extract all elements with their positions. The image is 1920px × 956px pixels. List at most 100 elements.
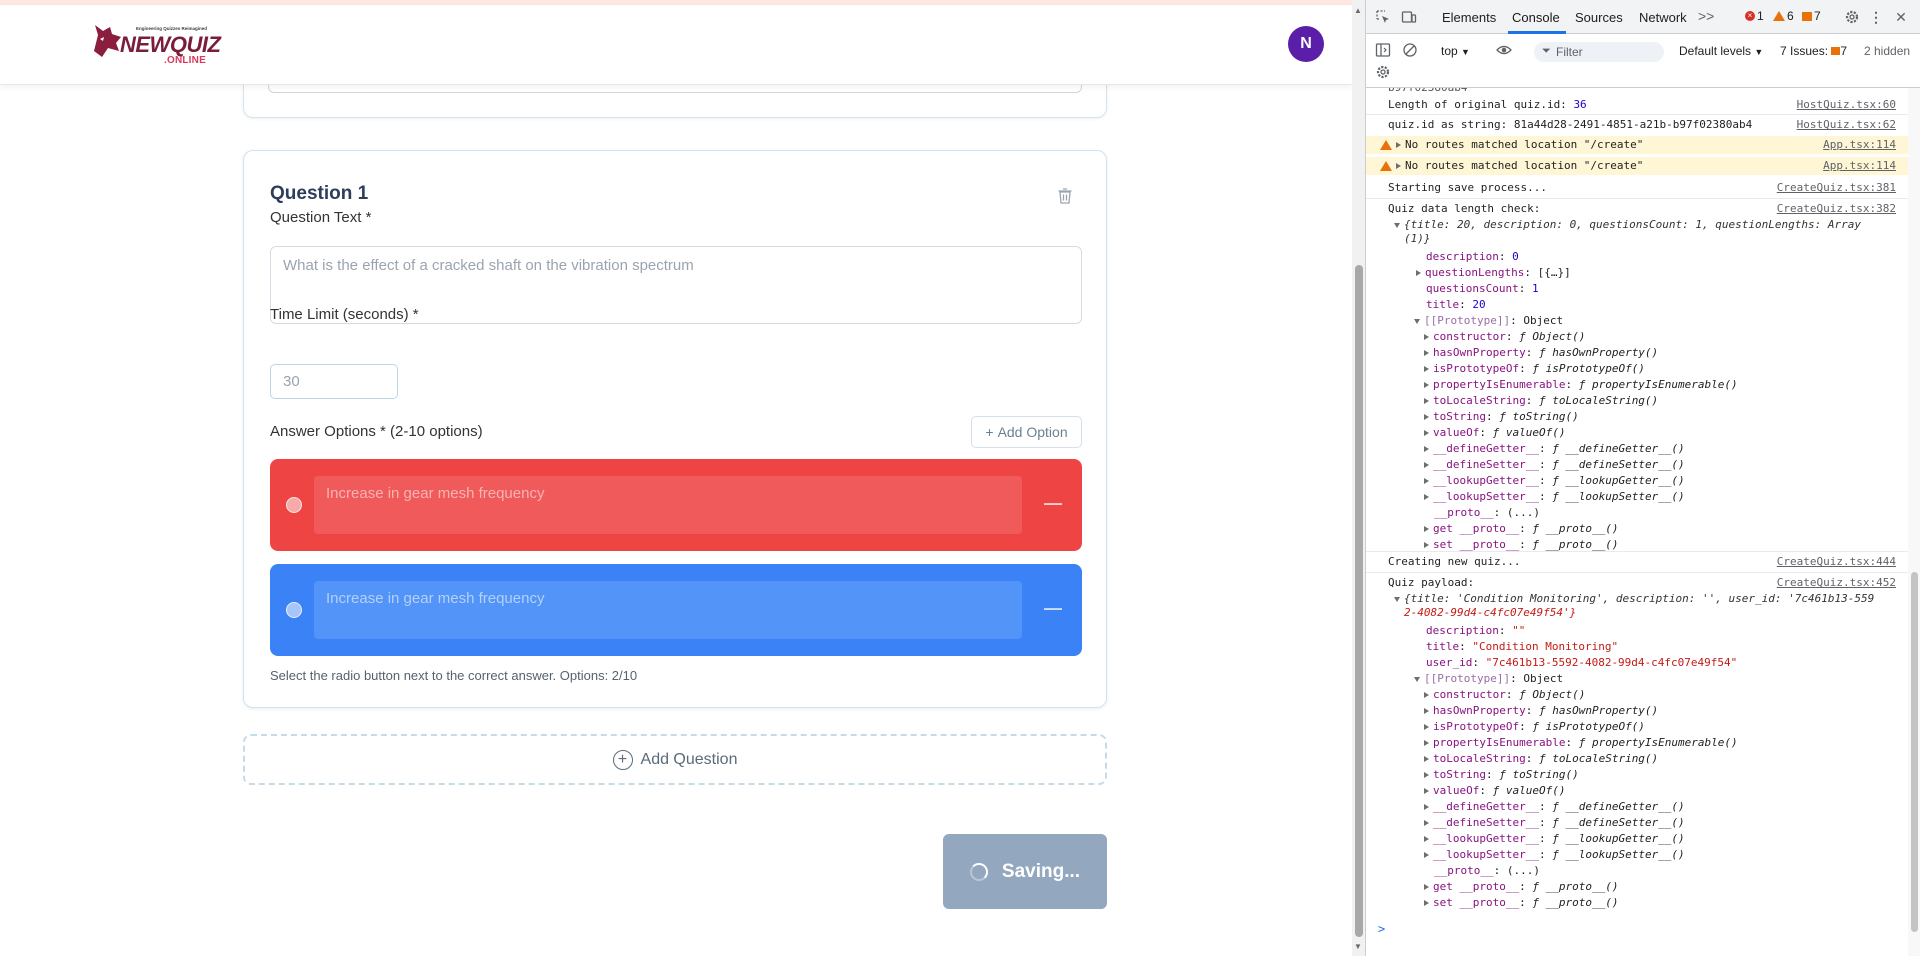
issues-count-badge[interactable]: 7 (1802, 9, 1821, 23)
console-scrollbar[interactable] (1908, 88, 1920, 956)
prototype-toggle[interactable]: [[Prototype]]: Object (1366, 313, 1908, 329)
object-property: title: "Condition Monitoring" (1426, 640, 1619, 653)
prototype-member: __proto__: (...) (1434, 506, 1540, 519)
time-limit-input[interactable]: 30 (270, 364, 398, 399)
prototype-member[interactable]: toString: ƒ toString() (1366, 409, 1908, 425)
answer-option-input[interactable]: Increase in gear mesh frequency (314, 581, 1022, 639)
error-count-badge[interactable]: × 1 (1745, 9, 1764, 23)
source-link[interactable]: CreateQuiz.tsx:382 (1777, 201, 1896, 217)
console-line: b97f02380ab4 (1366, 88, 1908, 96)
source-link[interactable]: CreateQuiz.tsx:444 (1777, 554, 1896, 570)
console-scrollbar-thumb[interactable] (1911, 572, 1918, 932)
wolf-logo-icon (94, 25, 121, 57)
console-line: Length of original quiz.id: 36 HostQuiz.… (1366, 97, 1908, 113)
prototype-member[interactable]: toLocaleString: ƒ toLocaleString() (1366, 751, 1908, 767)
clear-console-icon[interactable] (1402, 42, 1418, 58)
prototype-member[interactable]: get __proto__: ƒ __proto__() (1366, 521, 1908, 537)
prototype-member[interactable]: toLocaleString: ƒ toLocaleString() (1366, 393, 1908, 409)
console-text[interactable]: No routes matched location "/create" (1396, 136, 1643, 154)
time-limit-label: Time Limit (seconds) * (270, 306, 419, 323)
prototype-member[interactable]: __defineSetter__: ƒ __defineSetter__() (1366, 815, 1908, 831)
kebab-menu-icon[interactable]: ⋮ (1868, 9, 1884, 25)
newquiz-logo[interactable]: Engineering Quizzes Reimagined NEWQUIZ .… (90, 21, 221, 66)
warning-icon (1773, 11, 1785, 21)
prototype-member[interactable]: constructor: ƒ Object() (1366, 329, 1908, 345)
inspect-element-icon[interactable] (1375, 9, 1391, 25)
avatar[interactable]: N (1288, 26, 1324, 62)
add-option-label: Add Option (997, 424, 1068, 440)
plus-icon: + (985, 424, 994, 440)
prototype-member[interactable]: __lookupGetter__: ƒ __lookupGetter__() (1366, 831, 1908, 847)
prototype-toggle[interactable]: [[Prototype]]: Object (1366, 671, 1908, 687)
gear-icon[interactable] (1844, 9, 1860, 25)
prototype-member[interactable]: __lookupSetter__: ƒ __lookupSetter__() (1366, 489, 1908, 505)
scroll-up-icon[interactable]: ▲ (1354, 6, 1362, 15)
issues-link[interactable]: 7 Issues: 7 (1780, 44, 1847, 58)
prototype-member[interactable]: isPrototypeOf: ƒ isPrototypeOf() (1366, 361, 1908, 377)
source-link[interactable]: CreateQuiz.tsx:381 (1777, 180, 1896, 196)
console-filter-input[interactable]: ⏷ Filter (1534, 42, 1664, 62)
context-selector[interactable]: top ▼ (1441, 44, 1470, 58)
sidebar-toggle-icon[interactable] (1375, 42, 1391, 58)
prototype-member[interactable]: toString: ƒ toString() (1366, 767, 1908, 783)
prototype-member[interactable]: constructor: ƒ Object() (1366, 687, 1908, 703)
issues-label: 7 Issues: (1780, 44, 1829, 58)
prototype-member[interactable]: valueOf: ƒ valueOf() (1366, 425, 1908, 441)
remove-option-icon[interactable]: — (1044, 598, 1062, 619)
chevron-down-icon: ▼ (1461, 47, 1470, 57)
warning-icon (1380, 161, 1392, 171)
object-property: questionsCount: 1 (1426, 282, 1539, 295)
scroll-down-icon[interactable]: ▼ (1354, 942, 1362, 951)
prototype-member[interactable]: propertyIsEnumerable: ƒ propertyIsEnumer… (1366, 377, 1908, 393)
page-scrollbar-thumb[interactable] (1355, 265, 1363, 937)
prototype-member[interactable]: __defineGetter__: ƒ __defineGetter__() (1366, 441, 1908, 457)
prototype-member[interactable]: hasOwnProperty: ƒ hasOwnProperty() (1366, 703, 1908, 719)
source-link[interactable]: App.tsx:114 (1823, 136, 1896, 154)
remove-option-icon[interactable]: — (1044, 493, 1062, 514)
prototype-member[interactable]: valueOf: ƒ valueOf() (1366, 783, 1908, 799)
tab-elements[interactable]: Elements (1442, 10, 1496, 25)
warning-count-badge[interactable]: 6 (1773, 9, 1794, 23)
source-link[interactable]: HostQuiz.tsx:62 (1797, 117, 1896, 133)
close-icon[interactable]: ✕ (1893, 9, 1909, 25)
console-text[interactable]: No routes matched location "/create" (1396, 157, 1643, 175)
more-tabs-icon[interactable]: >> (1698, 8, 1714, 24)
console-settings-icon[interactable] (1375, 64, 1391, 80)
prototype-member[interactable]: __lookupGetter__: ƒ __lookupGetter__() (1366, 473, 1908, 489)
prototype-member[interactable]: isPrototypeOf: ƒ isPrototypeOf() (1366, 719, 1908, 735)
source-link[interactable]: App.tsx:114 (1823, 157, 1896, 175)
tab-sources[interactable]: Sources (1575, 10, 1623, 25)
prototype-member[interactable]: __defineSetter__: ƒ __defineSetter__() (1366, 457, 1908, 473)
tab-console[interactable]: Console (1512, 10, 1560, 25)
correct-answer-radio[interactable] (286, 497, 302, 513)
prototype-member[interactable]: set __proto__: ƒ __proto__() (1366, 895, 1908, 911)
correct-answer-radio[interactable] (286, 602, 302, 618)
console-line: quiz.id as string: 81a44d28-2491-4851-a2… (1366, 117, 1908, 133)
add-option-button[interactable]: + Add Option (971, 416, 1082, 448)
object-property[interactable]: questionLengths: [{…}] (1366, 265, 1908, 281)
source-link[interactable]: HostQuiz.tsx:60 (1797, 97, 1896, 113)
prototype-member[interactable]: get __proto__: ƒ __proto__() (1366, 879, 1908, 895)
prototype-member[interactable]: propertyIsEnumerable: ƒ propertyIsEnumer… (1366, 735, 1908, 751)
error-count: 1 (1757, 9, 1764, 23)
plus-circle-icon: + (612, 749, 633, 770)
issues-badge-count: 7 (1840, 44, 1848, 58)
save-button[interactable]: Saving... (943, 834, 1107, 909)
add-question-label: Add Question (640, 750, 738, 768)
device-toolbar-icon[interactable] (1401, 9, 1417, 25)
tab-network[interactable]: Network (1639, 10, 1687, 25)
logo-subtext: .ONLINE (164, 55, 206, 66)
prototype-member[interactable]: __defineGetter__: ƒ __defineGetter__() (1366, 799, 1908, 815)
page-scrollbar[interactable]: ▲ ▼ (1352, 0, 1365, 956)
add-question-button[interactable]: + Add Question (243, 734, 1107, 785)
prototype-member[interactable]: hasOwnProperty: ƒ hasOwnProperty() (1366, 345, 1908, 361)
answer-option-input[interactable]: Increase in gear mesh frequency (314, 476, 1022, 534)
prototype-member[interactable]: __lookupSetter__: ƒ __lookupSetter__() (1366, 847, 1908, 863)
object-preview-cont: 2-4082-99d4-c4fc07e49f54'} (1366, 605, 1908, 621)
source-link[interactable]: CreateQuiz.tsx:452 (1777, 575, 1896, 591)
trash-icon[interactable] (1057, 187, 1073, 205)
question-card: Question 1 Question Text * What is the e… (243, 150, 1107, 708)
console-prompt[interactable]: > (1378, 922, 1385, 936)
eye-icon[interactable] (1496, 42, 1512, 58)
log-levels-dropdown[interactable]: Default levels ▼ (1679, 44, 1763, 58)
